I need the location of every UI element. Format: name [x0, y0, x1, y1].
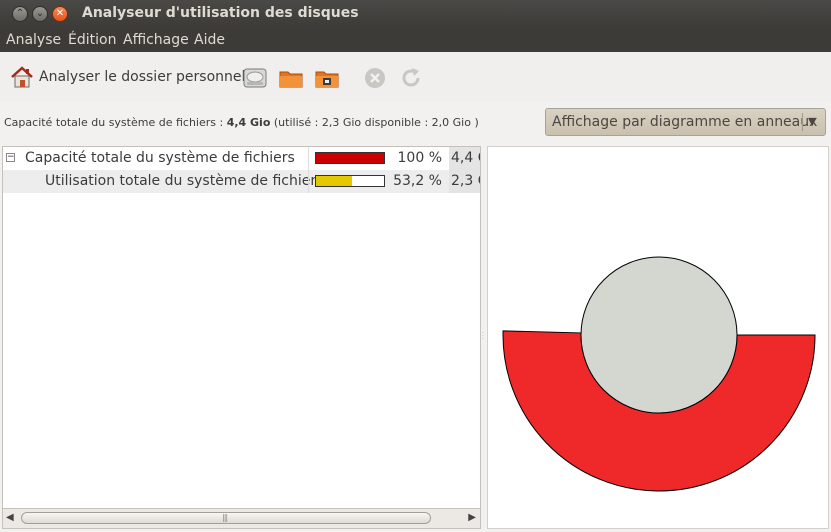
- scrollbar-thumb[interactable]: |||: [21, 512, 431, 524]
- close-icon: ✕: [55, 8, 65, 19]
- menu-aide[interactable]: Aide: [194, 32, 225, 48]
- menu-affichage[interactable]: Affichage: [123, 32, 189, 48]
- view-mode-value: Affichage par diagramme en anneaux: [552, 114, 818, 130]
- scroll-right-icon[interactable]: ▶: [468, 512, 476, 523]
- folder-icon[interactable]: [278, 65, 304, 91]
- capacity-details: (utilisé : 2,3 Gio disponible : 2,0 Gio …: [270, 116, 479, 129]
- menu-bar: Analyse Édition Affichage Aide: [0, 28, 831, 52]
- usage-bar-fill: [316, 153, 384, 163]
- ring-chart-pane: [487, 146, 829, 529]
- window-title: Analyseur d'utilisation des disques: [82, 5, 359, 21]
- tree-row[interactable]: Utilisation totale du système de fichier…: [3, 170, 480, 193]
- view-mode-select[interactable]: Affichage par diagramme en anneaux ▼: [545, 108, 826, 136]
- stop-icon[interactable]: [362, 65, 388, 91]
- minimize-icon: ⌃: [15, 8, 25, 19]
- combo-separator: [802, 113, 803, 131]
- capacity-total: 4,4 Gio: [226, 116, 271, 129]
- tree-view: − Capacité totale du système de fichiers…: [2, 146, 481, 509]
- toolbar: Analyser le dossier personnel: [0, 52, 831, 102]
- ring-center-total[interactable]: [580, 256, 738, 414]
- maximize-button[interactable]: ⌄: [32, 6, 48, 22]
- ring-chart: [502, 256, 816, 492]
- scan-home-button[interactable]: Analyser le dossier personnel: [10, 64, 245, 90]
- remote-folder-icon[interactable]: [314, 65, 340, 91]
- horizontal-scrollbar[interactable]: ◀ ||| ▶: [2, 509, 481, 529]
- usage-bar-fill: [316, 176, 353, 186]
- minimize-button[interactable]: ⌃: [12, 6, 28, 22]
- close-button[interactable]: ✕: [52, 6, 68, 22]
- capacity-prefix: Capacité totale du système de fichiers :: [4, 116, 227, 129]
- column-separator: [308, 147, 309, 170]
- tree-row[interactable]: − Capacité totale du système de fichiers…: [3, 147, 480, 170]
- row-percent: 100 %: [397, 150, 442, 166]
- maximize-icon: ⌄: [35, 8, 45, 19]
- refresh-icon[interactable]: [398, 65, 424, 91]
- grip-icon: |||: [222, 513, 228, 522]
- row-percent: 53,2 %: [393, 173, 442, 189]
- harddisk-icon[interactable]: [242, 65, 268, 91]
- collapse-icon[interactable]: −: [6, 153, 15, 162]
- capacity-summary: Capacité totale du système de fichiers :…: [4, 116, 479, 129]
- usage-bar: [315, 175, 385, 187]
- menu-edition[interactable]: Édition: [68, 32, 116, 48]
- column-separator: [308, 170, 309, 193]
- row-size: 4,4 Gio: [449, 147, 480, 170]
- divider-grip-icon: · · ·: [482, 330, 484, 343]
- row-name: Utilisation totale du système de fichier…: [45, 173, 324, 189]
- dropdown-arrow-icon: ▼: [808, 115, 817, 128]
- title-bar: ⌃ ⌄ ✕ Analyseur d'utilisation des disque…: [0, 0, 831, 28]
- home-icon: [11, 66, 33, 88]
- scroll-left-icon[interactable]: ◀: [6, 512, 14, 523]
- usage-bar: [315, 152, 385, 164]
- menu-analyse[interactable]: Analyse: [6, 32, 61, 48]
- row-size: 2,3 Gio: [449, 170, 480, 193]
- scan-home-label: Analyser le dossier personnel: [39, 69, 246, 85]
- row-name: Capacité totale du système de fichiers: [25, 150, 295, 166]
